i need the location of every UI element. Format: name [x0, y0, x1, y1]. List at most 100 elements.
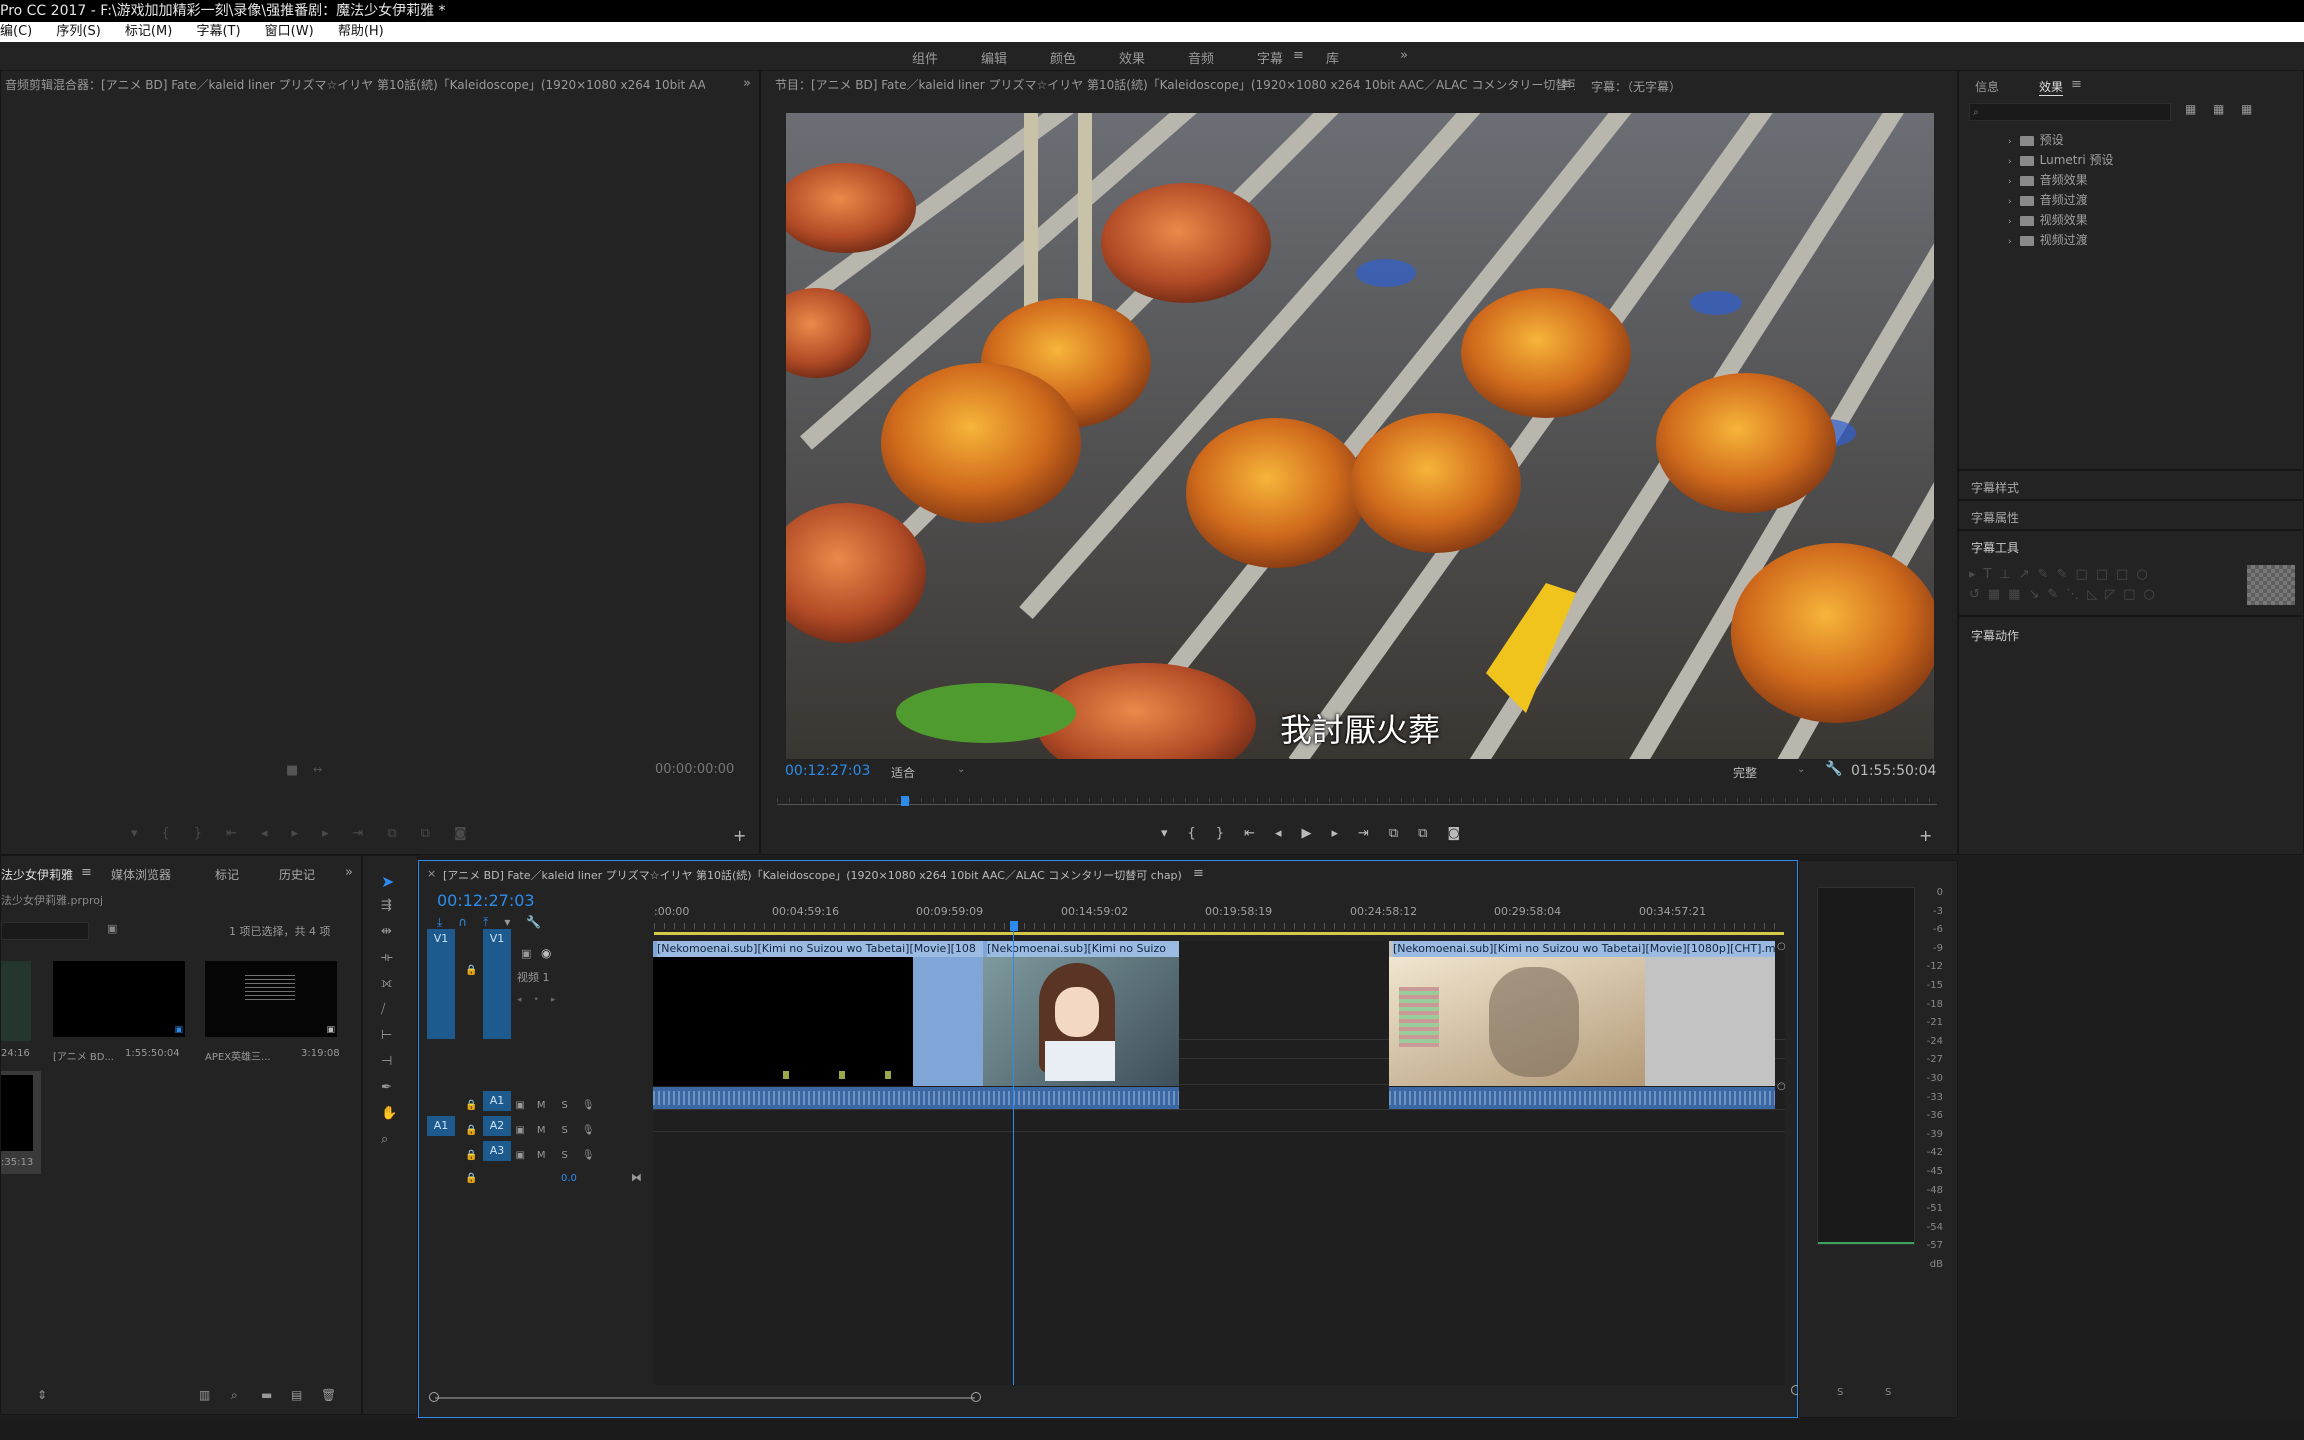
effects-folder-video-effects[interactable]: › 视频效果: [2008, 211, 2088, 228]
scroll-end-icon[interactable]: ○: [1777, 941, 1786, 952]
mute-button[interactable]: M: [537, 1150, 546, 1161]
solo-button[interactable]: S: [562, 1150, 568, 1161]
solo-button[interactable]: S: [562, 1125, 568, 1136]
track-area[interactable]: [Nekomoenai.sub][Kimi no Suizou wo Tabet…: [653, 921, 1786, 1385]
work-area-bar[interactable]: [654, 932, 1784, 935]
mic-icon[interactable]: 🎙: [582, 1150, 595, 1161]
program-timecode[interactable]: 00:12:27:03: [785, 763, 870, 779]
workspace-titles[interactable]: 字幕: [1257, 48, 1283, 67]
yuv-effects-icon[interactable]: ▦: [2241, 102, 2252, 116]
master-lock-icon[interactable]: 🔒: [465, 1173, 477, 1184]
timeline-snap-tools[interactable]: ⤓∩⤒▾🔧: [437, 915, 597, 929]
source-patch-a1[interactable]: A1: [427, 1116, 455, 1136]
quality-select[interactable]: 完整: [1733, 764, 1757, 781]
program-transport-controls[interactable]: ▾{}⇤◂▶▸⇥⧉⧉◙: [1161, 826, 1521, 846]
mute-button[interactable]: M: [537, 1125, 546, 1136]
trim-icon[interactable]: ↔: [313, 763, 322, 776]
new-bin-icon[interactable]: ▬: [261, 1388, 272, 1402]
workspace-color[interactable]: 颜色: [1050, 48, 1076, 67]
program-scrubber[interactable]: [777, 796, 1937, 812]
title-styles-panel[interactable]: 字幕样式: [1958, 470, 2304, 500]
track-select-tool-icon[interactable]: ⇶: [381, 898, 392, 913]
eye-icon[interactable]: ◉: [541, 946, 551, 960]
menu-sequence[interactable]: 序列(S): [56, 24, 100, 39]
effects-menu-icon[interactable]: ≡: [2071, 77, 2082, 92]
panel-overflow-icon[interactable]: »: [743, 76, 751, 91]
timeline-zoom-scrollbar[interactable]: [429, 1385, 1801, 1405]
caption-tab[interactable]: 字幕：（无字幕）: [1591, 78, 1681, 95]
project-search-input[interactable]: [1, 922, 89, 940]
selection-tool-icon[interactable]: ➤: [381, 872, 394, 891]
film-icon[interactable]: ▣: [521, 947, 531, 960]
timeline-timecode[interactable]: 00:12:27:03: [437, 891, 535, 910]
master-end-icon[interactable]: ⧓: [631, 1171, 642, 1184]
workspace-menu-icon[interactable]: ≡: [1293, 48, 1304, 63]
mic-icon[interactable]: 🎙: [582, 1100, 595, 1111]
sequence-title[interactable]: [アニメ BD] Fate／kaleid liner プリズマ☆イリヤ 第10話…: [443, 867, 1203, 883]
audio-clip[interactable]: [1389, 1087, 1775, 1109]
solo-button[interactable]: S: [562, 1100, 568, 1111]
automate-icon[interactable]: ▥: [199, 1388, 210, 1402]
effects-folder-lumetri[interactable]: › Lumetri 预设: [2008, 151, 2114, 168]
tab-history[interactable]: 历史记: [279, 866, 315, 883]
project-item-selected[interactable]: :35:13: [1, 1071, 41, 1174]
sequence-menu-icon[interactable]: ≡: [1193, 866, 1204, 881]
mic-icon[interactable]: 🎙: [582, 1125, 595, 1136]
razor-tool-icon[interactable]: ⧸: [381, 1002, 385, 1017]
effects-folder-audio-transitions[interactable]: › 音频过渡: [2008, 191, 2088, 208]
marker-icon[interactable]: ■: [286, 763, 298, 778]
trash-icon[interactable]: 🗑: [321, 1388, 336, 1402]
scroll-handle-left[interactable]: [429, 1392, 439, 1402]
program-add-button-icon[interactable]: +: [1919, 826, 1932, 845]
new-item-icon[interactable]: ▤: [291, 1388, 302, 1402]
rolling-edit-tool-icon[interactable]: ⟛: [381, 950, 393, 965]
menu-help[interactable]: 帮助(H): [338, 24, 384, 39]
source-transport-controls[interactable]: ▾{}⇤◂▸▸⇥⧉⧉◙: [131, 826, 551, 846]
sync-icon[interactable]: ▣: [515, 1100, 524, 1111]
effects-folder-video-transitions[interactable]: › 视频过渡: [2008, 231, 2088, 248]
scroll-handle-right[interactable]: [971, 1392, 981, 1402]
title-style-swatch[interactable]: [2247, 565, 2295, 605]
workspace-effects[interactable]: 效果: [1119, 48, 1145, 67]
slip-tool-icon[interactable]: ⊢: [381, 1028, 392, 1043]
hand-tool-icon[interactable]: ✋: [381, 1106, 397, 1121]
workspace-overflow-icon[interactable]: »: [1400, 48, 1408, 63]
close-sequence-icon[interactable]: ×: [427, 867, 436, 880]
audio-track-controls[interactable]: 🔒 ▣ M S 🎙 🔒 ▣ M S 🎙 🔒 ▣ M S 🎙: [465, 1093, 645, 1168]
zoom-tool-icon[interactable]: ⌕: [381, 1132, 388, 1147]
rate-stretch-tool-icon[interactable]: ⟗: [381, 976, 392, 991]
video-clip[interactable]: [Nekomoenai.sub][Kimi no Suizou wo Tabet…: [653, 941, 983, 1086]
slide-tool-icon[interactable]: ⊣: [381, 1054, 392, 1069]
lock-icon[interactable]: 🔒: [465, 1100, 477, 1111]
title-properties-panel[interactable]: 字幕属性: [1958, 500, 2304, 530]
source-patch-v1[interactable]: V1: [427, 929, 455, 1039]
project-item-thumbnail[interactable]: [1, 961, 31, 1041]
program-menu-icon[interactable]: ≡: [1561, 77, 1572, 92]
zoom-select[interactable]: 适合: [891, 764, 915, 781]
32bit-effects-icon[interactable]: ▦: [2213, 102, 2224, 116]
project-item-thumbnail[interactable]: ▣: [205, 961, 337, 1037]
lock-icon[interactable]: 🔒: [465, 1150, 477, 1161]
effects-folder-presets[interactable]: › 预设: [2008, 131, 2064, 148]
master-volume[interactable]: 0.0: [561, 1173, 577, 1184]
pen-tool-icon[interactable]: ✒: [381, 1080, 392, 1095]
sync-icon[interactable]: ▣: [515, 1125, 524, 1136]
sync-icon[interactable]: ▣: [515, 1150, 524, 1161]
wrench-icon[interactable]: 🔧: [1825, 761, 1842, 777]
add-button-icon[interactable]: +: [733, 826, 746, 845]
tab-media-browser[interactable]: 媒体浏览器: [111, 866, 171, 883]
tab-markers[interactable]: 标记: [215, 866, 239, 883]
track-target-v1[interactable]: V1: [483, 929, 511, 1039]
project-menu-icon[interactable]: ≡: [81, 865, 92, 880]
mute-button[interactable]: M: [537, 1100, 546, 1111]
new-search-bin-icon[interactable]: ▣: [107, 922, 117, 935]
solo-right-button[interactable]: S: [1885, 1387, 1891, 1398]
accelerated-effects-icon[interactable]: ▦: [2185, 102, 2196, 116]
lock-icon[interactable]: 🔒: [465, 965, 477, 976]
effects-folder-audio-effects[interactable]: › 音频效果: [2008, 171, 2088, 188]
timeline-playhead-handle[interactable]: [1010, 921, 1018, 931]
workspace-audio[interactable]: 音频: [1188, 48, 1214, 67]
title-tools-grid[interactable]: ▸T⊥↗✎✎□□□○ ↺▦▦↘✎⋱◺◸□○: [1969, 565, 2239, 605]
lock-icon[interactable]: 🔒: [465, 1125, 477, 1136]
ripple-edit-tool-icon[interactable]: ⇹: [381, 924, 392, 939]
